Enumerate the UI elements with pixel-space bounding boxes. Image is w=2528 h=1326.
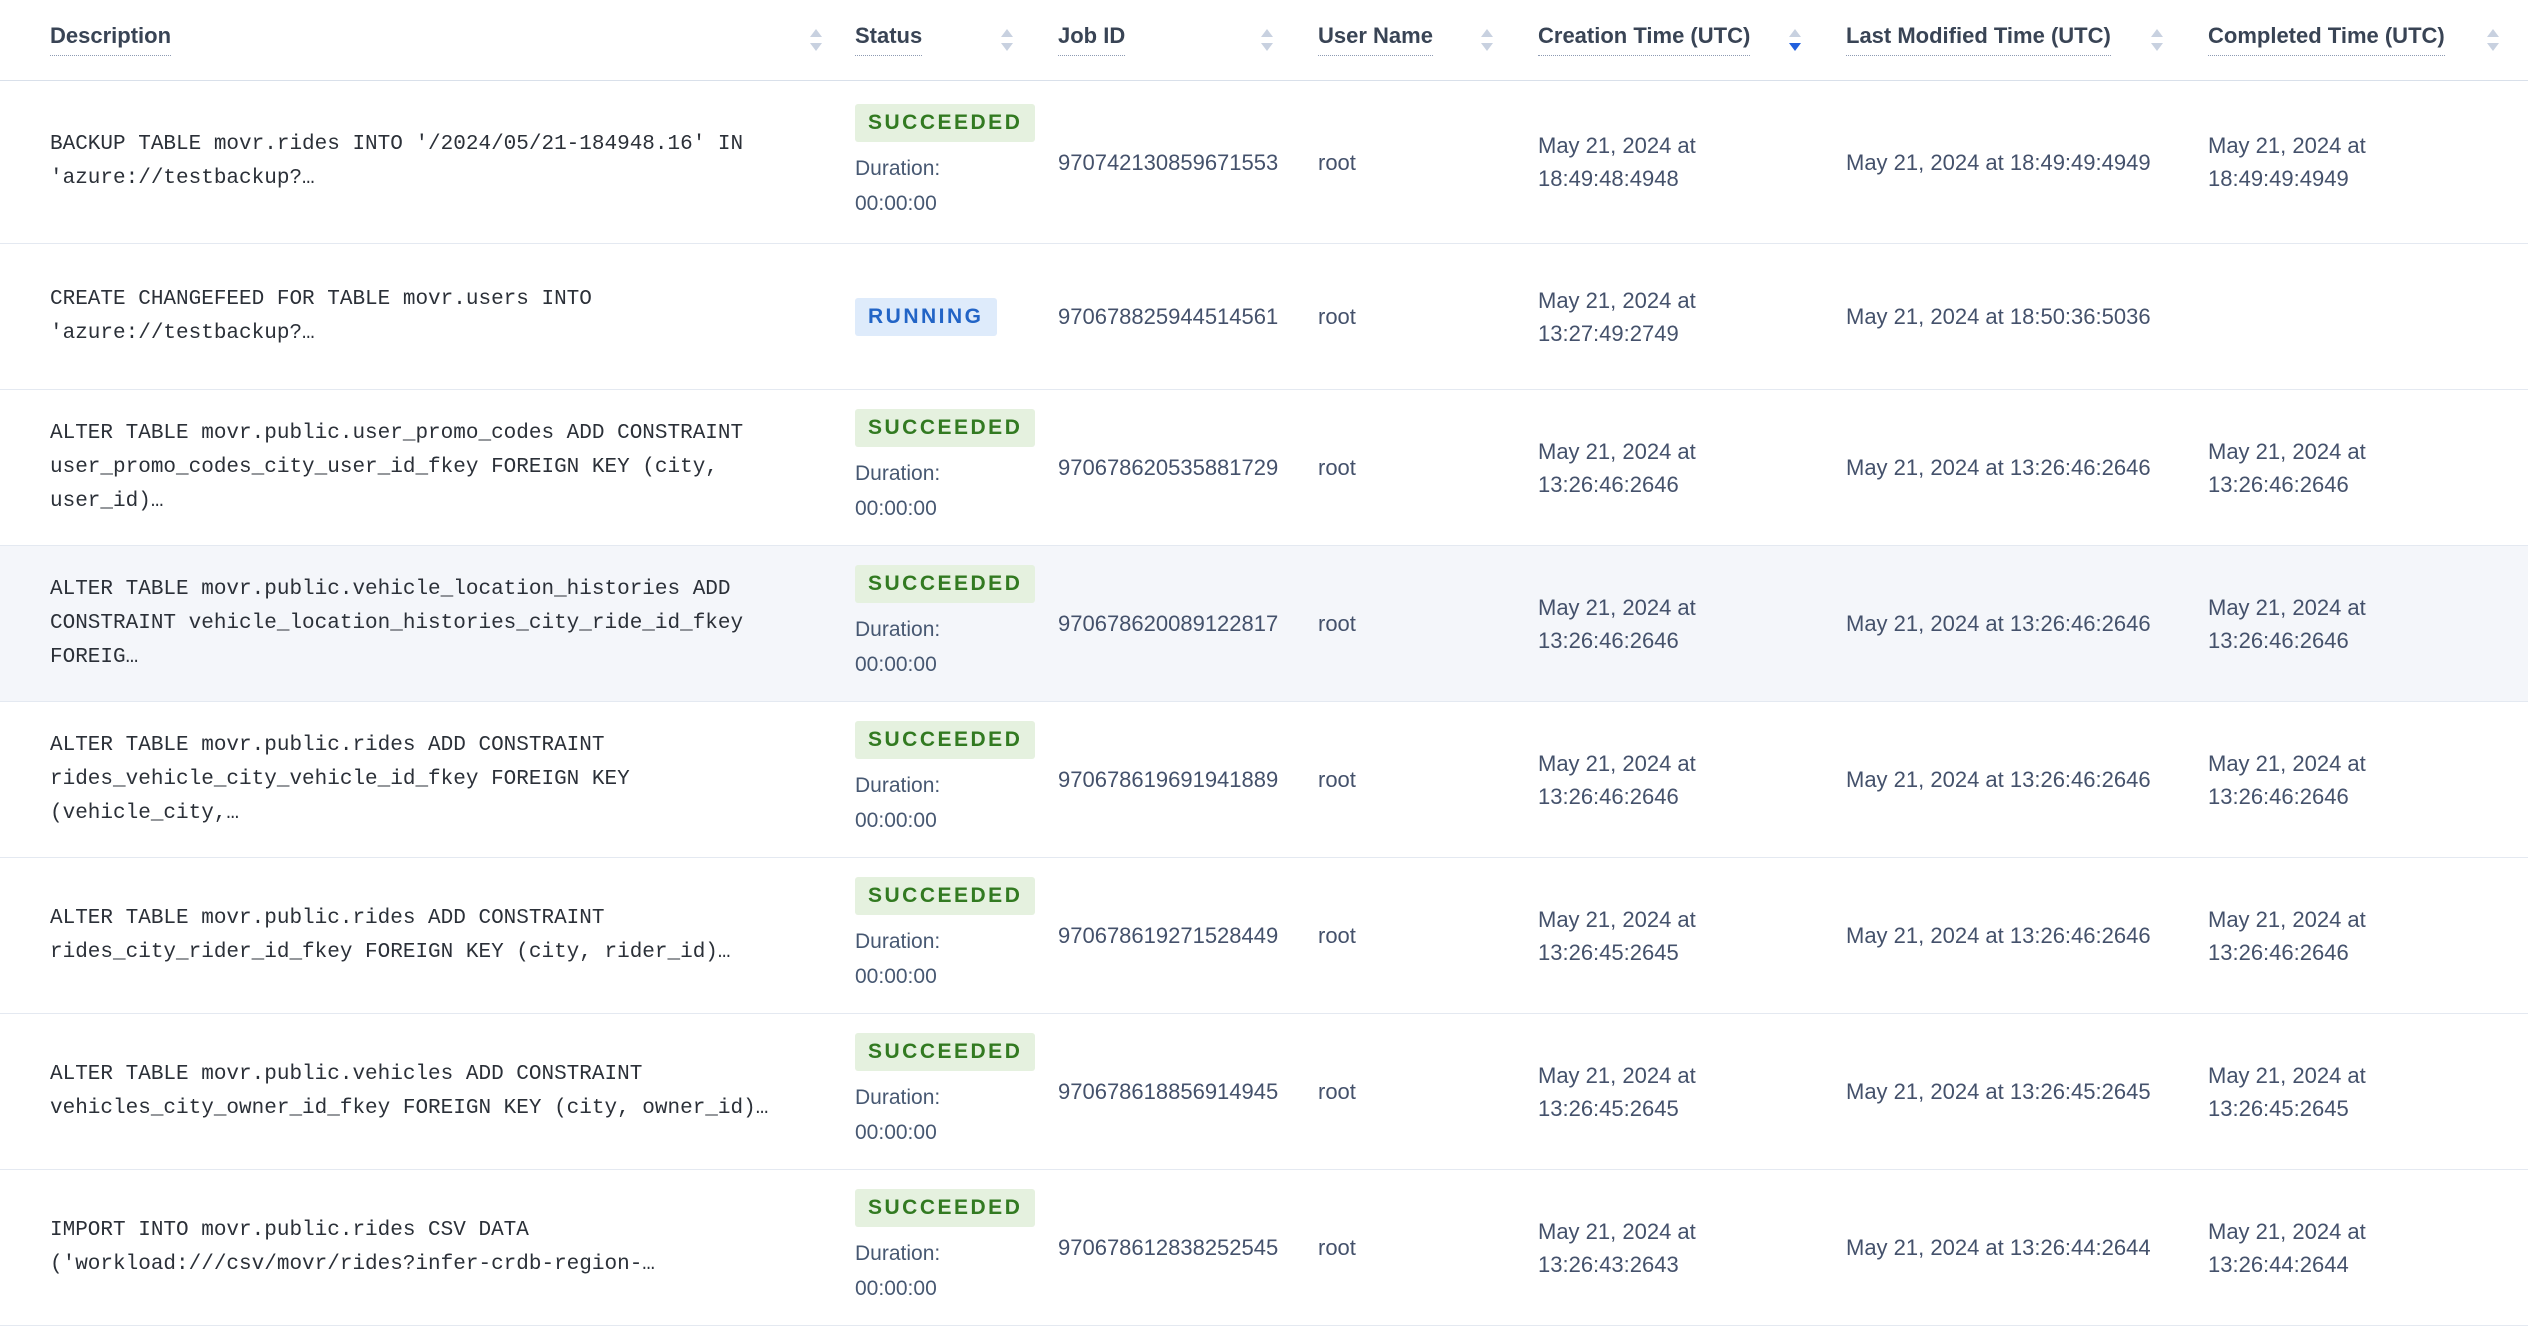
job-duration: Duration: 00:00:00 <box>855 618 941 676</box>
status-badge: SUCCEEDED <box>855 1033 1036 1071</box>
sort-icon[interactable] <box>1478 26 1496 54</box>
job-id: 970678620089122817 <box>1058 611 1279 636</box>
status-badge: SUCCEEDED <box>855 721 1036 759</box>
table-row[interactable]: ALTER TABLE movr.public.rides ADD CONSTR… <box>0 858 2528 1014</box>
column-label: Creation Time (UTC) <box>1538 24 1751 56</box>
column-header-completed-time[interactable]: Completed Time (UTC) <box>2208 0 2528 80</box>
last-modified-time: May 21, 2024 at 18:49:49:4949 <box>1846 149 2151 175</box>
column-header-creation-time[interactable]: Creation Time (UTC) <box>1538 0 1846 80</box>
status-badge: SUCCEEDED <box>855 877 1036 915</box>
job-id: 970678619271528449 <box>1058 923 1279 948</box>
user-name: root <box>1318 455 1356 480</box>
status-badge: SUCCEEDED <box>855 103 1036 142</box>
job-description[interactable]: ALTER TABLE movr.public.vehicle_location… <box>50 573 825 675</box>
column-label: Job ID <box>1058 24 1126 56</box>
status-badge: SUCCEEDED <box>855 565 1036 603</box>
user-name: root <box>1318 923 1356 948</box>
last-modified-time: May 21, 2024 at 13:26:46:2646 <box>1846 923 2151 948</box>
creation-time: May 21, 2024 at 13:26:46:2646 <box>1538 750 1696 809</box>
table-header-row: Description Status Job ID User Name Crea… <box>0 0 2528 81</box>
column-header-job-id[interactable]: Job ID <box>1058 0 1318 80</box>
job-duration: Duration: 00:00:00 <box>855 156 941 215</box>
sort-icon[interactable] <box>998 26 1016 54</box>
creation-time: May 21, 2024 at 13:26:45:2645 <box>1538 1062 1696 1121</box>
table-row[interactable]: IMPORT INTO movr.public.rides CSV DATA (… <box>0 1170 2528 1326</box>
jobs-table: Description Status Job ID User Name Crea… <box>0 0 2528 1326</box>
table-row[interactable]: ALTER TABLE movr.public.user_promo_codes… <box>0 390 2528 546</box>
job-description[interactable]: ALTER TABLE movr.public.rides ADD CONSTR… <box>50 729 825 831</box>
user-name: root <box>1318 767 1356 792</box>
user-name: root <box>1318 1079 1356 1104</box>
column-header-description[interactable]: Description <box>0 0 855 80</box>
status-badge: SUCCEEDED <box>855 409 1036 447</box>
completed-time: May 21, 2024 at 13:26:46:2646 <box>2208 906 2366 965</box>
user-name: root <box>1318 611 1356 636</box>
sort-desc-active-icon[interactable] <box>1786 26 1804 54</box>
table-row[interactable]: ALTER TABLE movr.public.vehicle_location… <box>0 546 2528 702</box>
sort-icon[interactable] <box>807 26 825 54</box>
user-name: root <box>1318 149 1356 175</box>
table-row[interactable]: BACKUP TABLE movr.rides INTO '/2024/05/2… <box>0 81 2528 244</box>
column-label: Last Modified Time (UTC) <box>1846 24 2111 56</box>
job-duration: Duration: 00:00:00 <box>855 1086 941 1144</box>
sort-icon[interactable] <box>1258 26 1276 54</box>
sort-icon[interactable] <box>2148 26 2166 54</box>
table-row[interactable]: CREATE CHANGEFEED FOR TABLE movr.users I… <box>0 244 2528 390</box>
job-description[interactable]: ALTER TABLE movr.public.vehicles ADD CON… <box>50 1058 768 1126</box>
job-duration: Duration: 00:00:00 <box>855 930 941 988</box>
column-header-user-name[interactable]: User Name <box>1318 0 1538 80</box>
completed-time: May 21, 2024 at 18:49:49:4949 <box>2208 133 2366 191</box>
job-duration: Duration: 00:00:00 <box>855 462 941 520</box>
job-description[interactable]: ALTER TABLE movr.public.rides ADD CONSTR… <box>50 902 731 970</box>
creation-time: May 21, 2024 at 13:26:43:2643 <box>1538 1218 1696 1277</box>
job-id: 970678825944514561 <box>1058 304 1279 329</box>
last-modified-time: May 21, 2024 at 13:26:44:2644 <box>1846 1235 2151 1260</box>
last-modified-time: May 21, 2024 at 18:50:36:5036 <box>1846 304 2151 329</box>
column-label: Status <box>855 24 923 56</box>
job-id: 970678618856914945 <box>1058 1079 1279 1104</box>
job-description[interactable]: IMPORT INTO movr.public.rides CSV DATA (… <box>50 1214 655 1282</box>
job-description[interactable]: BACKUP TABLE movr.rides INTO '/2024/05/2… <box>50 128 743 196</box>
creation-time: May 21, 2024 at 18:49:48:4948 <box>1538 133 1696 191</box>
sort-icon[interactable] <box>2484 26 2502 54</box>
last-modified-time: May 21, 2024 at 13:26:46:2646 <box>1846 455 2151 480</box>
creation-time: May 21, 2024 at 13:26:46:2646 <box>1538 594 1696 653</box>
column-label: Description <box>50 24 172 56</box>
status-badge: RUNNING <box>855 297 997 336</box>
job-description[interactable]: ALTER TABLE movr.public.user_promo_codes… <box>50 417 825 519</box>
job-id: 970678612838252545 <box>1058 1235 1279 1260</box>
completed-time: May 21, 2024 at 13:26:46:2646 <box>2208 750 2366 809</box>
column-header-status[interactable]: Status <box>855 0 1058 80</box>
last-modified-time: May 21, 2024 at 13:26:46:2646 <box>1846 767 2151 792</box>
completed-time: May 21, 2024 at 13:26:45:2645 <box>2208 1062 2366 1121</box>
status-badge: SUCCEEDED <box>855 1189 1036 1227</box>
creation-time: May 21, 2024 at 13:26:46:2646 <box>1538 438 1696 497</box>
table-row[interactable]: ALTER TABLE movr.public.rides ADD CONSTR… <box>0 702 2528 858</box>
completed-time: May 21, 2024 at 13:26:46:2646 <box>2208 594 2366 653</box>
job-id: 970678620535881729 <box>1058 455 1279 480</box>
job-duration: Duration: 00:00:00 <box>855 774 941 832</box>
column-label: Completed Time (UTC) <box>2208 24 2445 56</box>
last-modified-time: May 21, 2024 at 13:26:45:2645 <box>1846 1079 2151 1104</box>
job-duration: Duration: 00:00:00 <box>855 1242 941 1300</box>
column-label: User Name <box>1318 24 1433 56</box>
table-row[interactable]: ALTER TABLE movr.public.vehicles ADD CON… <box>0 1014 2528 1170</box>
job-description[interactable]: CREATE CHANGEFEED FOR TABLE movr.users I… <box>50 283 592 351</box>
last-modified-time: May 21, 2024 at 13:26:46:2646 <box>1846 611 2151 636</box>
user-name: root <box>1318 1235 1356 1260</box>
column-header-last-modified-time[interactable]: Last Modified Time (UTC) <box>1846 0 2208 80</box>
job-id: 970678619691941889 <box>1058 767 1279 792</box>
completed-time: May 21, 2024 at 13:26:46:2646 <box>2208 438 2366 497</box>
creation-time: May 21, 2024 at 13:26:45:2645 <box>1538 906 1696 965</box>
completed-time: May 21, 2024 at 13:26:44:2644 <box>2208 1218 2366 1277</box>
creation-time: May 21, 2024 at 13:27:49:2749 <box>1538 287 1696 346</box>
job-id: 970742130859671553 <box>1058 149 1279 175</box>
user-name: root <box>1318 304 1356 329</box>
